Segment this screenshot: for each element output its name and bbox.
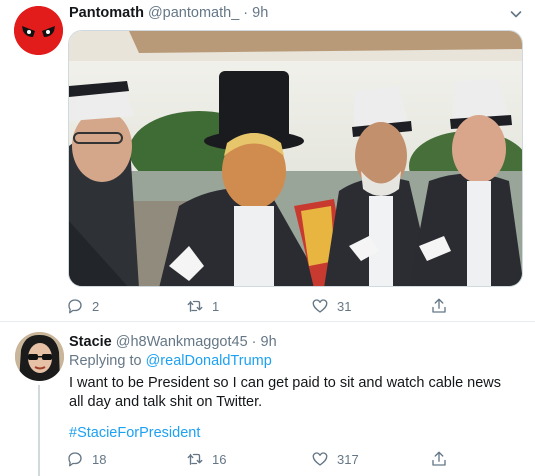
retweet-count: 1 [212, 298, 220, 314]
reply-count: 18 [92, 451, 107, 467]
avatar[interactable] [15, 332, 64, 381]
author-handle[interactable]: @pantomath_ [148, 5, 239, 21]
reply-button[interactable]: 18 [66, 449, 106, 469]
chevron-down-icon[interactable] [508, 6, 524, 22]
replying-to-label: Replying to [69, 353, 142, 369]
avatar[interactable] [14, 6, 63, 55]
retweet-count: 16 [212, 451, 227, 467]
tweet[interactable]: Pantomath @pantomath_ · 9h 2 1 31 [0, 0, 535, 322]
tweet-actions: 2 1 31 [66, 296, 466, 316]
tweet-text: I want to be President so I can get paid… [69, 375, 502, 410]
like-button[interactable]: 31 [311, 296, 351, 316]
replying-to: Replying to @realDonaldTrump [69, 353, 272, 369]
author-name[interactable]: Pantomath [69, 5, 144, 21]
share-icon [432, 451, 446, 466]
heart-icon [312, 452, 328, 466]
reply-count: 2 [92, 298, 100, 314]
heart-icon [312, 299, 328, 313]
share-button[interactable] [430, 296, 456, 316]
like-count: 317 [337, 451, 359, 467]
hashtag-link[interactable]: #StacieForPresident [69, 425, 200, 441]
share-icon [432, 298, 446, 313]
retweet-button[interactable]: 16 [186, 449, 226, 469]
author-handle[interactable]: @h8Wankmaggot45 [116, 334, 248, 350]
like-count: 31 [337, 298, 352, 314]
timestamp[interactable]: 9h [261, 334, 277, 350]
angry-face-avatar-icon [14, 6, 63, 55]
separator-dot: · [243, 5, 249, 21]
reply-icon [68, 452, 82, 467]
thread-line [38, 385, 40, 476]
author-name[interactable]: Stacie [69, 334, 112, 350]
timestamp[interactable]: 9h [252, 5, 268, 21]
reply-icon [68, 299, 82, 314]
retweet-button[interactable]: 1 [186, 296, 219, 316]
retweet-icon [187, 300, 203, 312]
tweet-header: Stacie @h8Wankmaggot45 · 9h [69, 334, 277, 350]
tweet-image[interactable] [68, 30, 523, 287]
share-button[interactable] [430, 449, 456, 469]
separator-dot: · [251, 334, 257, 350]
like-button[interactable]: 317 [311, 449, 359, 469]
tweet-header: Pantomath @pantomath_ · 9h [69, 5, 268, 21]
mention-link[interactable]: @realDonaldTrump [146, 353, 272, 369]
retweet-icon [187, 453, 203, 465]
tweet-actions: 18 16 317 [66, 449, 466, 469]
reply-button[interactable]: 2 [66, 296, 99, 316]
profile-photo-icon [15, 332, 64, 381]
meme-photo-illustration [69, 31, 522, 286]
